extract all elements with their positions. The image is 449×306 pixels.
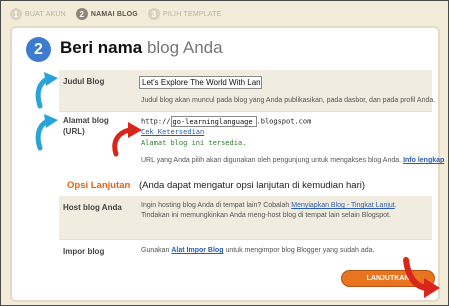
blog-address-help-text: URL yang Anda pilih akan digunakan oleh … xyxy=(141,157,402,164)
advanced-options-title: Opsi Lanjutan xyxy=(67,180,131,191)
step-2-label: NAMAI BLOG xyxy=(90,10,138,18)
blog-address-label-line1: Alamat blog xyxy=(63,116,109,125)
red-arrow-icon xyxy=(112,122,142,157)
blog-address-help: URL yang Anda pilih akan digunakan oleh … xyxy=(141,156,444,166)
step-1-label: BUAT AKUN xyxy=(25,10,66,18)
import-text-before: Gunakan xyxy=(141,247,170,254)
import-tool-link[interactable]: Alat Impor Blog xyxy=(171,247,223,254)
check-availability-link[interactable]: Cek Ketersedian xyxy=(141,127,204,137)
cyan-arrow-icon xyxy=(35,114,58,151)
page-title-bold: Beri nama xyxy=(60,38,143,57)
page-title-light: blog Anda xyxy=(146,38,223,57)
step-2-number: 2 xyxy=(75,8,88,20)
blog-url-line: http://go-learninglanguage .blogspot.com xyxy=(141,116,311,127)
url-suffix: .blogspot.com xyxy=(256,117,312,126)
step-1: 1 BUAT AKUN xyxy=(10,8,66,20)
progress-steps: 1 BUAT AKUN 2 NAMAI BLOG 3 PILIH TEMPLAT… xyxy=(10,6,232,22)
step-2: 2 NAMAI BLOG xyxy=(75,8,138,20)
advanced-options-heading: Opsi Lanjutan (Anda dapat mengatur opsi … xyxy=(67,180,365,191)
blog-url-input[interactable]: go-learninglanguage xyxy=(170,116,257,127)
step-3: 3 PILIH TEMPLATE xyxy=(147,8,222,20)
blog-title-label: Judul Blog xyxy=(63,77,105,86)
step-3-label: PILIH TEMPLATE xyxy=(162,10,222,18)
import-blog-label: Impor blog xyxy=(63,247,105,256)
page-title: Beri nama blog Anda xyxy=(60,38,223,58)
blog-address-label-line2: (URL) xyxy=(63,127,85,136)
step-number-badge: 2 xyxy=(26,37,51,62)
cyan-arrow-icon xyxy=(35,72,58,109)
availability-status: Alamat blog ini tersedia. xyxy=(141,139,247,147)
step-3-number: 3 xyxy=(147,8,160,20)
main-panel: 2 Beri nama blog Anda Judul Blog Let's E… xyxy=(10,26,444,302)
red-arrow-icon xyxy=(403,257,440,298)
host-text-before: Ingin hosting blog Anda di tempat lain? … xyxy=(141,202,290,209)
blog-title-input[interactable]: Let's Explore The World With Lan xyxy=(139,76,262,89)
blog-title-row: Judul Blog Let's Explore The World With … xyxy=(59,70,436,111)
host-blog-text: Ingin hosting blog Anda di tempat lain? … xyxy=(141,201,426,221)
host-blog-label: Host blog Anda xyxy=(63,203,122,212)
advanced-setup-link[interactable]: Menyiapkan Blog - Tingkat Lanjut xyxy=(291,202,395,209)
blog-address-label: Alamat blog (URL) xyxy=(63,115,109,137)
blog-title-help: Judul blog akan muncul pada blog yang An… xyxy=(141,97,436,104)
advanced-options-note: (Anda dapat mengatur opsi lanjutan di ke… xyxy=(138,180,366,191)
host-blog-row: Host blog Anda Ingin hosting blog Anda d… xyxy=(59,196,432,239)
import-blog-text: Gunakan Alat Impor Blog untuk mengimpor … xyxy=(141,246,375,256)
info-link[interactable]: Info lengkap xyxy=(403,157,444,164)
step-1-number: 1 xyxy=(10,8,22,20)
import-blog-row: Impor blog Gunakan Alat Impor Blog untuk… xyxy=(59,240,432,264)
import-text-after: untuk mengimpor blog Blogger yang sudah … xyxy=(225,247,375,254)
url-prefix: http:// xyxy=(141,117,171,126)
